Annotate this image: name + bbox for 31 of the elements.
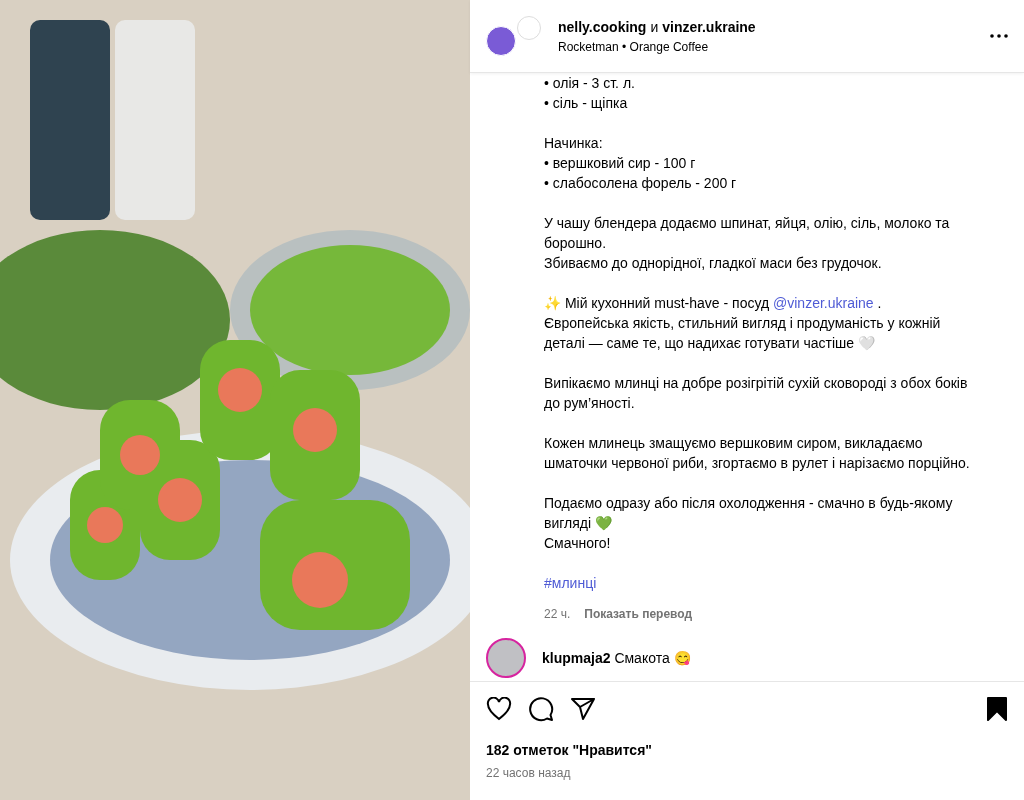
caption-text: . bbox=[877, 295, 882, 311]
post-date: 22 часов назад bbox=[486, 766, 572, 780]
like-button[interactable] bbox=[486, 697, 512, 721]
coauthor-link[interactable]: vinzer.ukraine bbox=[662, 18, 756, 35]
caption-text: Начинка: bbox=[544, 134, 604, 153]
comment-text: Смакота 😋 bbox=[614, 650, 691, 666]
caption-text: ✨ Мій кухонний must-have - посуд bbox=[544, 295, 770, 311]
caption-text: • олія - 3 ст. л. bbox=[544, 74, 636, 93]
caption-text: Випікаємо млинці на добре розігрітій сухій сковороді з обох боків до рум’яності. bbox=[544, 374, 969, 413]
commenter-avatar[interactable] bbox=[486, 638, 526, 678]
translate-link[interactable]: Показать перевод bbox=[584, 604, 693, 624]
hashtag-link[interactable]: #млинці bbox=[544, 575, 597, 591]
mention-link[interactable]: @vinzer.ukraine bbox=[773, 295, 874, 311]
caption-text: Збиваємо до однорідної, гладкої маси без грудочок. bbox=[544, 254, 883, 273]
author-link[interactable]: nelly.cooking bbox=[558, 18, 647, 35]
share-button[interactable] bbox=[570, 697, 596, 721]
caption-text: У чашу блендера додаємо шпинат, яйця, олію, сіль, молоко та борошно. bbox=[544, 214, 951, 253]
comment-button[interactable] bbox=[528, 696, 554, 722]
caption-text: • слабосолена форель - 200 г bbox=[544, 174, 738, 193]
comment-username[interactable]: klupmaja2 bbox=[542, 650, 611, 666]
more-icon bbox=[990, 34, 1008, 38]
caption-text: Кожен млинець змащуємо вершковим сиром, викладаємо шматочки червоної риби, згортаємо в рулет і нарізаємо порційно. bbox=[544, 434, 971, 473]
conjunction-text: и bbox=[650, 18, 659, 35]
audio-link[interactable]: Rocketman • Orange Coffee bbox=[558, 39, 990, 54]
save-button[interactable] bbox=[986, 697, 1008, 721]
caption-text: • вершковий сир - 100 г bbox=[544, 154, 697, 173]
caption-text: Смачного! bbox=[544, 534, 612, 553]
likes-count[interactable]: 182 отметок "Нравится" bbox=[486, 742, 1008, 758]
post-time: 22 ч. bbox=[544, 606, 571, 623]
caption-text: Подаємо одразу або після охолодження - смачно в будь-якому вигляді 💚 bbox=[544, 494, 954, 533]
caption-text: • сіль - щіпка bbox=[544, 94, 629, 113]
